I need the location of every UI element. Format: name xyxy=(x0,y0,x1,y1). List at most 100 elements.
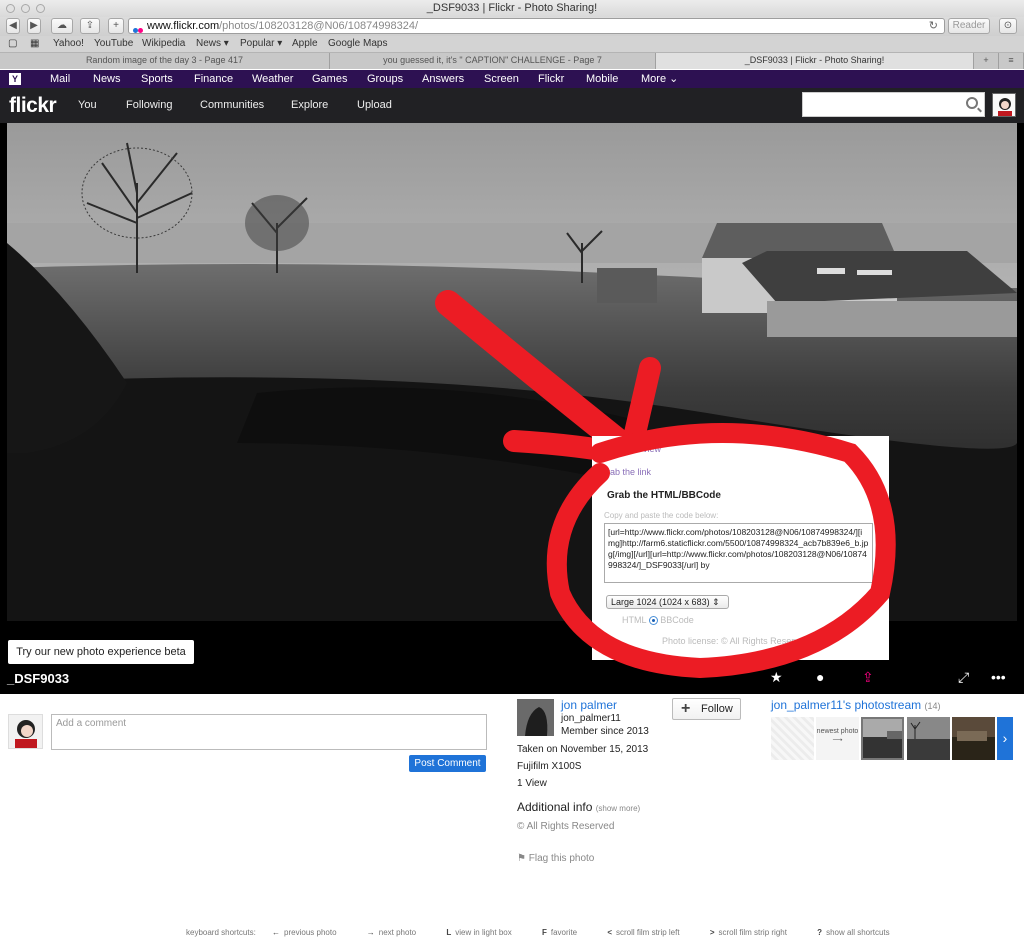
yahoo-mail[interactable]: Mail xyxy=(50,70,70,88)
url-path: /photos/108203128@N06/10874998324/ xyxy=(219,20,419,32)
flickr-favicon-icon xyxy=(133,23,143,33)
yahoo-screen[interactable]: Screen xyxy=(484,70,519,88)
bookmark-yahoo[interactable]: Yahoo! xyxy=(53,36,84,52)
tab-caption-challenge[interactable]: you guessed it, it's " CAPTION" CHALLENG… xyxy=(330,53,656,69)
owner-avatar[interactable] xyxy=(517,699,554,736)
minimize-window-button[interactable] xyxy=(21,4,30,13)
yahoo-bar: Y Mail News Sports Finance Weather Games… xyxy=(0,70,1024,88)
post-comment-button[interactable]: Post Comment xyxy=(409,755,486,772)
nav-you[interactable]: You xyxy=(78,99,97,111)
yahoo-answers[interactable]: Answers xyxy=(422,70,464,88)
tab-random-image[interactable]: Random image of the day 3 - Page 417 xyxy=(0,53,330,69)
tab-overview-icon[interactable]: ≡ xyxy=(999,53,1024,69)
shortcut-show-all[interactable]: ? show all shortcuts xyxy=(817,928,903,937)
yahoo-news[interactable]: News xyxy=(93,70,121,88)
bookmark-popular[interactable]: Popular ▾ xyxy=(240,36,282,52)
user-avatar[interactable] xyxy=(992,93,1016,117)
grab-link-option[interactable]: Grab the link xyxy=(600,467,651,477)
photostream-count: (14) xyxy=(924,701,941,711)
photostream-title[interactable]: jon_palmer11's photostream (14) xyxy=(771,698,941,712)
newest-label: newest photo xyxy=(816,728,859,735)
rights-info: © All Rights Reserved xyxy=(517,821,614,832)
browser-titlebar: _DSF9033 | Flickr - Photo Sharing! xyxy=(0,0,1024,17)
close-window-button[interactable] xyxy=(6,4,15,13)
search-input[interactable] xyxy=(802,92,985,117)
thumb-photo-3[interactable] xyxy=(952,717,995,760)
yahoo-games[interactable]: Games xyxy=(312,70,347,88)
commenter-avatar xyxy=(8,714,43,749)
yahoo-groups[interactable]: Groups xyxy=(367,70,403,88)
share-this-view-link[interactable]: Share this view xyxy=(600,444,661,454)
photostream-title-text[interactable]: jon_palmer11's photostream xyxy=(771,698,921,712)
yahoo-finance[interactable]: Finance xyxy=(194,70,233,88)
radio-bbcode-label[interactable]: BBCode xyxy=(660,615,694,625)
address-bar[interactable]: www.flickr.com/photos/108203128@N06/1087… xyxy=(128,18,945,34)
share-icon[interactable]: ⇪ xyxy=(80,18,100,34)
yahoo-sports[interactable]: Sports xyxy=(141,70,173,88)
share-popup: Share this view Grab the link Grab the H… xyxy=(592,436,889,660)
tab-flickr-photo[interactable]: _DSF9033 | Flickr - Photo Sharing! xyxy=(656,53,974,69)
yahoo-flickr[interactable]: Flickr xyxy=(538,70,564,88)
top-sites-icon[interactable]: ▦ xyxy=(30,36,39,52)
taken-on-link[interactable]: Taken on November 15, 2013 xyxy=(517,744,648,755)
reload-icon[interactable]: ↻ xyxy=(929,19,938,33)
follow-label: Follow xyxy=(701,703,733,715)
photo-stage: Share this view Grab the link Grab the H… xyxy=(0,123,1024,694)
bookmark-google-maps[interactable]: Google Maps xyxy=(328,36,387,52)
favorite-star-icon[interactable]: ★ xyxy=(770,669,783,686)
flag-photo-link[interactable]: ⚑ Flag this photo xyxy=(517,853,594,864)
bookmark-news[interactable]: News ▾ xyxy=(196,36,229,52)
comment-icon[interactable]: ● xyxy=(816,669,824,685)
shortcut-favorite: Ffavorite xyxy=(541,928,578,937)
owner-name-link[interactable]: jon palmer xyxy=(561,698,617,712)
icloud-tabs-icon[interactable]: ☁ xyxy=(51,18,73,34)
flickr-header: flickr You Following Communities Explore… xyxy=(0,88,1024,123)
new-tab-button[interactable]: + xyxy=(108,18,124,34)
beta-experience-button[interactable]: Try our new photo experience beta xyxy=(8,640,194,664)
nav-communities[interactable]: Communities xyxy=(200,99,264,111)
expand-icon[interactable]: ⤢ xyxy=(958,669,969,686)
flickr-logo[interactable]: flickr xyxy=(9,94,57,118)
additional-info: Additional info (show more) xyxy=(517,800,640,814)
show-more-link[interactable]: (show more) xyxy=(596,804,640,813)
yahoo-more-menu[interactable]: More ⌄ xyxy=(641,70,678,88)
camera-link[interactable]: Fujifilm X100S xyxy=(517,761,581,772)
size-select[interactable]: Large 1024 (1024 x 683) ⇕ xyxy=(606,595,729,609)
yahoo-mobile[interactable]: Mobile xyxy=(586,70,618,88)
new-tab-plus-icon[interactable]: + xyxy=(974,53,999,69)
rights-label: All Rights Reserved xyxy=(526,821,615,832)
reader-button[interactable]: Reader xyxy=(948,18,990,34)
zoom-window-button[interactable] xyxy=(36,4,45,13)
bookmark-apple[interactable]: Apple xyxy=(292,36,318,52)
reading-list-icon[interactable]: ▢ xyxy=(8,36,17,52)
more-options-icon[interactable]: ••• xyxy=(991,669,1006,685)
flag-label: Flag this photo xyxy=(528,853,595,864)
radio-bbcode[interactable] xyxy=(648,616,658,626)
share-heading: Grab the HTML/BBCode xyxy=(607,490,721,501)
nav-following[interactable]: Following xyxy=(126,99,172,111)
embed-code-textarea[interactable]: [url=http://www.flickr.com/photos/108203… xyxy=(604,523,873,583)
follow-button[interactable]: + Follow xyxy=(672,698,741,720)
forward-button[interactable]: ▶ xyxy=(27,18,41,34)
license-text: Photo license: © All Rights Reserved xyxy=(662,636,809,646)
back-button[interactable]: ◀ xyxy=(6,18,20,34)
bookmark-youtube[interactable]: YouTube xyxy=(94,36,133,52)
shortcut-scroll-right: > scroll film strip right xyxy=(709,928,787,937)
nav-upload[interactable]: Upload xyxy=(357,99,392,111)
bookmarks-bar: ▢ ▦ Yahoo! YouTube Wikipedia News ▾ Popu… xyxy=(0,36,1024,53)
downloads-icon[interactable]: ⊙ xyxy=(999,18,1017,34)
newest-photo-marker: newest photo ⟶ xyxy=(816,717,859,760)
nav-explore[interactable]: Explore xyxy=(291,99,328,111)
bookmark-wikipedia[interactable]: Wikipedia xyxy=(142,36,185,52)
tab-bar: Random image of the day 3 - Page 417 you… xyxy=(0,53,1024,69)
radio-html-label[interactable]: HTML xyxy=(622,615,646,625)
thumb-photo-2[interactable] xyxy=(907,717,950,760)
search-icon[interactable] xyxy=(966,97,978,109)
shortcuts-label: keyboard shortcuts: xyxy=(186,928,256,937)
share-icon[interactable]: ⇪ xyxy=(862,669,874,686)
next-thumbs-button[interactable]: › xyxy=(997,717,1013,760)
thumb-current-photo[interactable] xyxy=(861,717,904,760)
comment-input[interactable]: Add a comment xyxy=(51,714,487,750)
yahoo-weather[interactable]: Weather xyxy=(252,70,293,88)
yahoo-logo[interactable]: Y xyxy=(9,73,21,85)
